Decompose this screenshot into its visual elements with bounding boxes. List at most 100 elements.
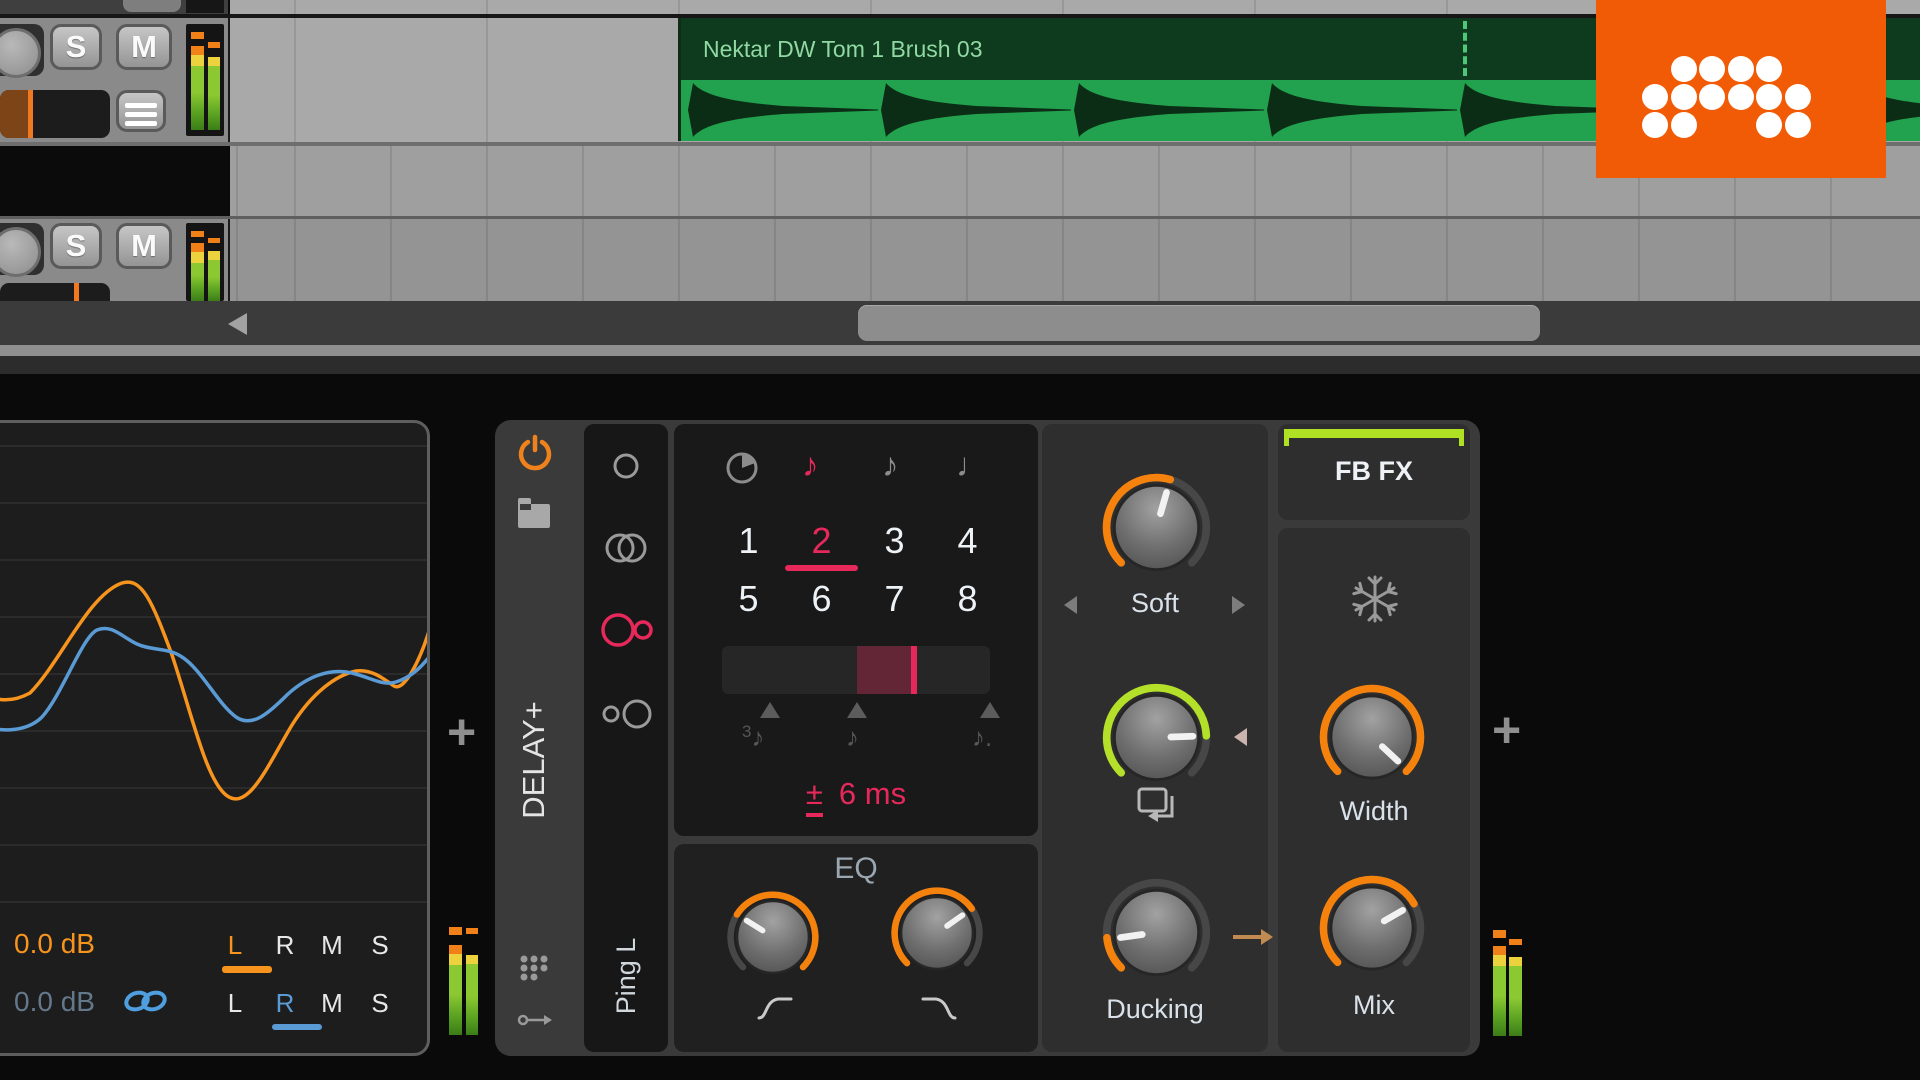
logo-dot xyxy=(1756,84,1782,110)
add-device-button-left[interactable]: + xyxy=(447,707,476,757)
header-gap xyxy=(0,146,228,216)
panel-divider-shadow xyxy=(0,356,1920,374)
eq-highpass-knob[interactable] xyxy=(724,888,822,986)
beat-7[interactable]: 7 xyxy=(858,578,931,620)
track1-fader-fill xyxy=(0,90,28,138)
note-quarter-icon[interactable]: ♩ xyxy=(956,446,989,484)
offset-range-fill xyxy=(857,646,917,694)
device-meter-left xyxy=(449,925,479,1037)
logo-dot xyxy=(1785,84,1811,110)
stereo-link-icon[interactable] xyxy=(122,988,170,1014)
add-device-button-right[interactable]: + xyxy=(1492,705,1521,755)
modulation-indicator-icon[interactable] xyxy=(1234,728,1247,746)
remote-controls-icon[interactable] xyxy=(519,954,551,982)
soft-amount-knob[interactable] xyxy=(1099,470,1214,585)
track2-header[interactable]: S M xyxy=(0,219,231,301)
offset-slider-handle[interactable] xyxy=(911,646,917,694)
channel-M-top[interactable]: M xyxy=(315,930,349,961)
track2-volume-fader[interactable] xyxy=(0,283,110,301)
gain-right-value[interactable]: 0.0 dB xyxy=(14,986,95,1018)
time-offset-slider[interactable] xyxy=(722,646,990,694)
scroll-left-arrow-icon[interactable] xyxy=(228,313,247,335)
scrollbar-thumb[interactable] xyxy=(858,305,1540,341)
device-title[interactable]: DELAY+ xyxy=(502,620,566,900)
marker-straight[interactable] xyxy=(847,702,867,718)
routing-icon[interactable] xyxy=(517,1012,555,1028)
width-knob[interactable] xyxy=(1316,681,1428,793)
freeze-snowflake-icon[interactable] xyxy=(1348,572,1402,626)
channel-L-top[interactable]: L xyxy=(218,930,252,961)
channel-S-top[interactable]: S xyxy=(363,930,397,961)
channel-R-top[interactable]: R xyxy=(268,930,302,961)
feedback-fx-panel: Width Mix xyxy=(1278,528,1470,1052)
arranger-lane-3[interactable] xyxy=(230,219,1920,301)
beat-5[interactable]: 5 xyxy=(712,578,785,620)
note-eighth-icon[interactable]: ♪ xyxy=(882,446,899,484)
track2-fader-handle[interactable] xyxy=(74,283,79,301)
delay-time-panel: ♪ ♪ ♩ 1 2 3 4 5 6 7 8 3♪ ♪ ♪. ± 6 ms xyxy=(674,424,1038,836)
marker-triplet[interactable] xyxy=(760,702,780,718)
delay-mode-pingpong-icon-selected[interactable] xyxy=(598,608,656,652)
soft-label: Soft xyxy=(1130,588,1180,618)
device-strip[interactable]: DELAY+ xyxy=(495,420,583,1056)
delay-mode-column: Ping L xyxy=(584,424,668,1052)
triplet-note-icon[interactable]: 3♪ xyxy=(742,722,764,753)
track1-solo-button[interactable]: S xyxy=(50,24,102,70)
logo-dot xyxy=(1642,112,1668,138)
logo-dot xyxy=(1728,84,1754,110)
channel-M-bottom[interactable]: M xyxy=(315,988,349,1019)
ducking-knob[interactable] xyxy=(1099,875,1214,990)
track1-fader-handle[interactable] xyxy=(28,90,33,138)
feedback-fx-active-bar xyxy=(1284,429,1464,446)
straight-note-icon[interactable]: ♪ xyxy=(846,722,859,753)
panel-divider[interactable] xyxy=(0,345,1920,356)
device-power-icon[interactable] xyxy=(516,433,554,473)
delay-mode-mono-icon[interactable] xyxy=(608,448,644,484)
gain-left-value[interactable]: 0.0 dB xyxy=(14,928,95,960)
marker-dotted[interactable] xyxy=(980,702,1000,718)
preset-name[interactable]: Ping L xyxy=(606,896,646,1056)
channel-S-bottom[interactable]: S xyxy=(363,988,397,1019)
track2-solo-button[interactable]: S xyxy=(50,223,102,269)
plusminus-sign: ± xyxy=(805,776,823,817)
scope-wave-orange xyxy=(0,580,427,801)
beat-1[interactable]: 1 xyxy=(712,520,785,562)
eq-label: EQ xyxy=(834,852,878,885)
previous-track-button[interactable] xyxy=(123,0,181,12)
logo-dot xyxy=(1756,56,1782,82)
beat-8[interactable]: 8 xyxy=(931,578,1004,620)
beat-numbers-row2: 5 6 7 8 xyxy=(712,578,1004,620)
channel-L-underline xyxy=(222,966,272,973)
time-mode-dial-icon[interactable] xyxy=(724,450,760,486)
logo-dot xyxy=(1699,56,1725,82)
device-preset-folder-icon[interactable] xyxy=(518,498,550,528)
track1-volume-fader[interactable] xyxy=(0,90,110,138)
track2-mute-button[interactable]: M xyxy=(116,223,172,269)
track1-menu-button[interactable] xyxy=(116,90,166,132)
time-offset-value[interactable]: ±6 ms xyxy=(674,776,1038,817)
channel-R-bottom[interactable]: R xyxy=(268,988,302,1019)
logo-dot xyxy=(1671,56,1697,82)
mix-knob[interactable] xyxy=(1316,872,1428,984)
beat-4[interactable]: 4 xyxy=(931,520,1004,562)
delay-mode-pingpong2-icon[interactable] xyxy=(600,694,654,734)
lowpass-curve-icon xyxy=(921,997,957,1020)
scope-waveforms xyxy=(0,580,427,801)
horizontal-scrollbar[interactable] xyxy=(0,301,1920,345)
note-sixteenth-icon-selected[interactable]: ♪ xyxy=(802,446,819,484)
track1-meter xyxy=(186,24,224,136)
previous-track-strip xyxy=(0,0,228,14)
delay-mode-stereo-icon[interactable] xyxy=(600,528,652,568)
beat-3[interactable]: 3 xyxy=(858,520,931,562)
feedback-loop-icon[interactable] xyxy=(1134,784,1178,822)
clip-loop-marker xyxy=(1463,21,1467,76)
eq-lowpass-knob[interactable] xyxy=(888,884,986,982)
channel-L-bottom[interactable]: L xyxy=(218,988,252,1019)
feedback-fx-header[interactable]: FB FX xyxy=(1278,424,1470,520)
track1-header[interactable]: S M xyxy=(0,18,231,142)
beat-2-selected[interactable]: 2 xyxy=(785,520,858,562)
track1-mute-button[interactable]: M xyxy=(116,24,172,70)
feedback-knob[interactable] xyxy=(1099,680,1214,795)
beat-6[interactable]: 6 xyxy=(785,578,858,620)
dotted-note-icon[interactable]: ♪. xyxy=(972,722,992,753)
